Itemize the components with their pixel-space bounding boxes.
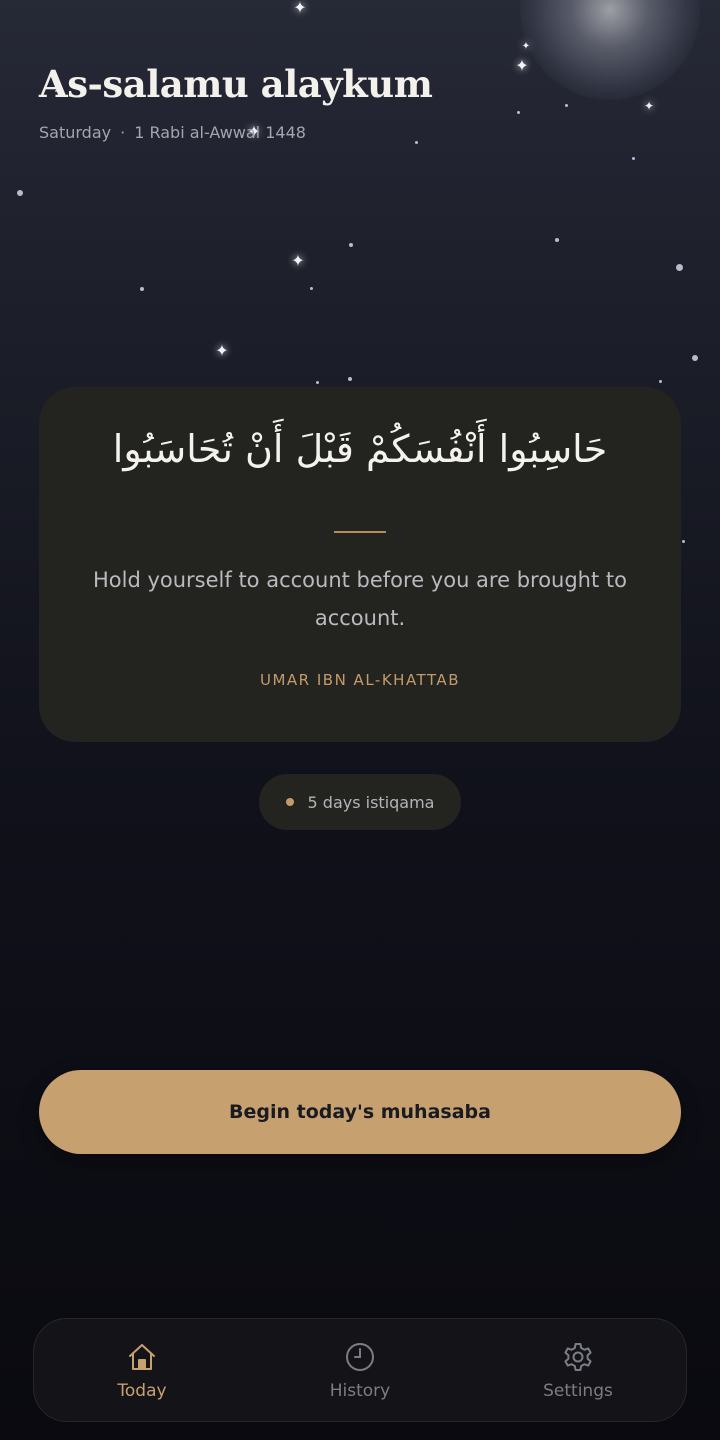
nav-label-settings: Settings — [543, 1381, 613, 1401]
sparkle-star: ✦ — [215, 341, 229, 360]
gear-icon — [564, 1343, 592, 1371]
bottom-nav: Today History Settings — [33, 1318, 687, 1422]
date-separator: · — [120, 123, 126, 142]
star — [692, 355, 698, 361]
begin-muhasaba-button[interactable]: Begin today's muhasaba — [39, 1070, 681, 1154]
star — [415, 141, 418, 144]
sparkle-star: ✦ — [515, 56, 529, 75]
sparkle-star: ✦ — [643, 99, 655, 113]
star — [682, 540, 685, 543]
star — [659, 380, 662, 383]
greeting-title: As-salamu alaykum — [39, 62, 433, 106]
star — [140, 287, 144, 291]
quote-translation: Hold yourself to account before you are … — [92, 568, 627, 630]
nav-item-history[interactable]: History — [280, 1319, 440, 1423]
streak-dot-icon — [285, 798, 294, 806]
star — [565, 104, 568, 107]
nav-label-history: History — [329, 1381, 391, 1401]
star — [17, 190, 23, 196]
star — [555, 238, 559, 242]
star — [316, 381, 319, 384]
date-line: Saturday · 1 Rabi al-Awwal 1448 — [39, 123, 306, 142]
star — [348, 377, 352, 381]
sparkle-star: ✦ — [521, 41, 531, 52]
star — [676, 264, 683, 271]
home-icon — [129, 1344, 155, 1370]
moon-glow — [520, 0, 700, 100]
clock-icon — [346, 1343, 374, 1371]
star — [349, 243, 353, 247]
weekday-label: Saturday — [39, 123, 112, 142]
quote-card: حَاسِبُوا أَنْفُسَكُمْ قَبْلَ أَنْ تُحَا… — [39, 387, 681, 742]
quote-arabic-text: حَاسِبُوا أَنْفُسَكُمْ قَبْلَ أَنْ تُحَا… — [112, 427, 608, 471]
streak-badge: 5 days istiqama — [259, 774, 461, 830]
star — [517, 111, 520, 114]
nav-item-today[interactable]: Today — [62, 1319, 222, 1423]
quote-divider — [334, 531, 386, 533]
nav-item-settings[interactable]: Settings — [498, 1319, 658, 1423]
sparkle-star: ✦ — [293, 0, 307, 17]
quote-attribution: UMAR IBN AL-KHATTAB — [259, 671, 460, 689]
star — [632, 157, 635, 160]
sparkle-star: ✦ — [291, 251, 305, 270]
today-screen: ✦ ✦ ✦ ✦ ✦ ✦ ✦ As-salamu alaykum Saturday… — [0, 0, 720, 1440]
streak-label: 5 days istiqama — [307, 792, 435, 812]
star — [310, 287, 313, 290]
hijri-date-label: 1 Rabi al-Awwal 1448 — [134, 123, 306, 142]
nav-label-today: Today — [117, 1381, 167, 1401]
